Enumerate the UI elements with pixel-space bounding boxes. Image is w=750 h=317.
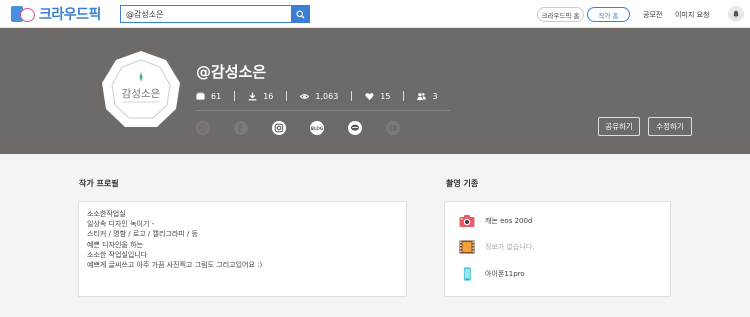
blog-link[interactable]: BLOG	[310, 121, 324, 135]
gear-item-label: 정보가 없습니다.	[485, 243, 535, 251]
youtube-icon	[389, 125, 397, 131]
search-icon	[295, 9, 305, 19]
search-button[interactable]	[291, 6, 309, 22]
artist-profile-title: 작가 프로필	[79, 179, 119, 188]
download-icon	[248, 91, 257, 100]
gear-item-film: 정보가 없습니다.	[459, 240, 535, 254]
youtube-link[interactable]	[386, 121, 400, 135]
gear-item-camera: 캐논 eos 200d	[459, 214, 532, 228]
stat-likes: 15	[365, 92, 390, 101]
chat-icon	[351, 124, 359, 131]
crowdpic-home-button[interactable]: 크라우드픽 홈	[537, 7, 584, 22]
artist-bio-card: 소소한작업실 일상속 디자인 녹이기 - 스티커 / 명함 / 로고 / 캘리그…	[78, 201, 407, 297]
top-navigation-bar: 크라우드픽 크라우드픽 홈 작가 홈 공모전 이미지 요청	[0, 0, 750, 28]
bell-icon	[733, 10, 739, 18]
bio-line: 스티커 / 명함 / 로고 / 캘리그라피 / 등	[87, 230, 198, 239]
username: @감성소은	[196, 63, 267, 81]
image-request-link[interactable]: 이미지 요청	[675, 10, 709, 20]
camera-icon	[459, 215, 475, 227]
stat-followers-value: 3	[432, 91, 438, 101]
gear-item-phone: 아이폰11pro	[459, 267, 525, 281]
artist-home-button[interactable]: 작가 홈	[587, 7, 630, 22]
instagram-link[interactable]	[272, 121, 286, 135]
facebook-link[interactable]	[234, 121, 248, 135]
film-icon	[459, 240, 475, 254]
eye-icon	[300, 93, 310, 99]
bio-line: 일상속 디자인 녹이기 -	[87, 220, 155, 229]
shooting-gear-card: 캐논 eos 200d 정보가 없습니다. 아이폰11pro	[444, 201, 671, 297]
stat-images: 61	[196, 92, 221, 101]
profile-avatar[interactable]: 감성소은	[101, 50, 181, 130]
bio-line: 소소한작업실	[87, 210, 126, 218]
bio-line: 예쁜 디자인을 하는	[87, 240, 143, 249]
stat-downloads-value: 16	[263, 91, 274, 101]
stat-likes-value: 15	[380, 91, 391, 101]
search-input[interactable]	[121, 6, 291, 22]
kakaotalk-link[interactable]	[348, 121, 362, 135]
stat-followers: 3	[417, 91, 438, 101]
profile-stats: 61 16 1,063 15 3	[196, 89, 438, 103]
gear-item-label: 아이폰11pro	[485, 270, 525, 278]
search-box	[120, 5, 310, 23]
share-button[interactable]: 공유하기	[598, 117, 640, 136]
logo-mark-icon	[11, 4, 37, 24]
site-logo[interactable]: 크라우드픽	[11, 4, 101, 24]
globe-icon	[198, 123, 208, 133]
heart-icon	[365, 92, 374, 100]
shooting-gear-title: 촬영 기종	[446, 179, 479, 188]
contest-link[interactable]: 공모전	[643, 10, 662, 20]
social-links: BLOG	[196, 121, 424, 135]
notification-button[interactable]	[728, 6, 744, 22]
phone-icon	[463, 267, 471, 281]
edit-profile-button[interactable]: 수정하기	[648, 117, 692, 136]
blog-icon: BLOG	[310, 125, 324, 131]
bio-line: 소소한 작업실입니다	[87, 250, 148, 259]
logo-text: 크라우드픽	[39, 7, 101, 23]
avatar-text: 감성소은	[122, 88, 161, 100]
image-count-icon	[196, 92, 205, 100]
stat-views-value: 1,063	[315, 91, 339, 101]
bio-line: 예쁘게 글씨쓰고 아주 가끔 사진찍고 그림도 그리고있어요 :)	[87, 261, 263, 270]
website-link[interactable]	[196, 121, 210, 135]
facebook-icon	[238, 123, 243, 133]
instagram-icon	[274, 123, 284, 133]
gear-item-label: 캐논 eos 200d	[485, 217, 533, 225]
banner-divider	[196, 110, 450, 111]
stat-downloads: 16	[248, 92, 273, 101]
stat-images-value: 61	[211, 91, 222, 101]
stat-views: 1,063	[300, 92, 338, 101]
followers-icon	[417, 92, 427, 100]
